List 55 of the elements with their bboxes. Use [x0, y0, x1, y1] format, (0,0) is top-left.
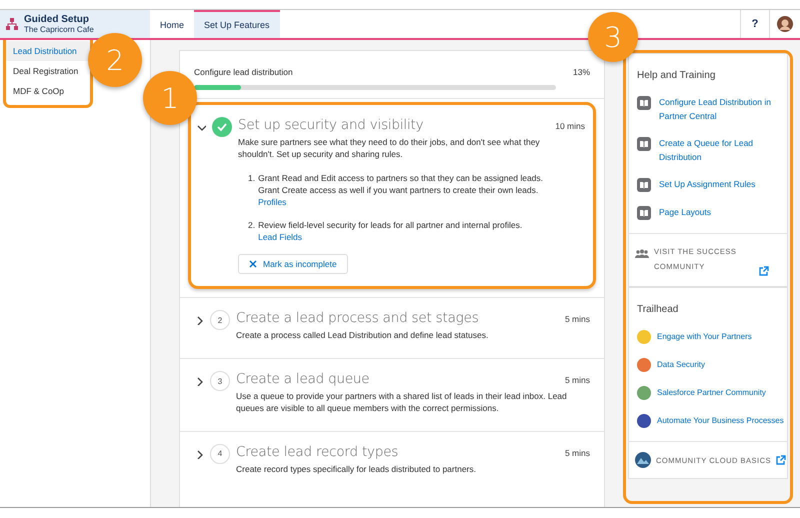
mark-incomplete-button[interactable]: Mark as incomplete — [238, 254, 348, 274]
hierarchy-icon — [6, 18, 18, 30]
link[interactable]: Profiles — [258, 196, 545, 208]
book-icon — [637, 137, 651, 152]
step-description: Make sure partners see what they need to do their jobs, and don't see what they shouldn't. Set up security and sharing rules. — [238, 137, 541, 161]
instruction-text: Grant Read and Edit access to partners so that they can be assigned leads. Grant Create access as well if you want partners to create their own leads. — [258, 172, 544, 197]
trailhead-link[interactable]: Engage with Your Partners — [657, 330, 752, 344]
tab[interactable]: Home — [150, 10, 194, 38]
avatar[interactable] — [777, 16, 793, 32]
help-link[interactable]: Configure Lead Distribution in Partner Central — [659, 96, 779, 124]
progress-percent: 13% — [572, 67, 590, 77]
close-icon — [249, 260, 257, 268]
sidebar-item[interactable]: MDF & CoOp — [6, 81, 90, 101]
instruction-text: Review field-level security for leads for all partner and internal profiles. — [258, 220, 522, 232]
step-description: Use a queue to provide your partners with a shared list of leads in their lead inbox. Lead queues are visible to all queue members with the correct permissions. — [236, 391, 568, 415]
step-duration: 5 mins — [564, 314, 590, 324]
help-link[interactable]: Set Up Assignment Rules — [659, 178, 779, 192]
book-icon — [637, 206, 651, 220]
step-duration: 10 mins — [555, 121, 585, 131]
book-icon — [637, 178, 651, 192]
step-duration: 5 mins — [564, 448, 590, 458]
external-link-icon[interactable] — [776, 455, 786, 466]
external-link-icon[interactable] — [759, 266, 769, 276]
sidebar-item[interactable]: Lead Distribution — [6, 41, 90, 61]
link[interactable]: Lead Fields — [258, 232, 522, 244]
sidebar-item[interactable]: Deal Registration — [6, 61, 90, 81]
help-link[interactable]: Create a Queue for Lead Distribution — [659, 137, 779, 164]
callout-badge: 3 — [588, 12, 638, 62]
book-icon — [637, 96, 651, 110]
trailhead-link[interactable]: Automate Your Business Processes — [657, 414, 784, 428]
step-title: Create lead record types — [236, 444, 398, 460]
help-button[interactable]: ? — [740, 10, 770, 38]
tab[interactable]: Set Up Features — [194, 10, 280, 38]
step-duration: 5 mins — [564, 375, 590, 386]
callout-badge: 2 — [88, 33, 142, 87]
step-title: Create a lead queue — [236, 371, 370, 388]
step-description: Create record types specifically for leads distributed to partners. — [236, 464, 478, 476]
step-number: 2 — [210, 310, 230, 330]
step-number: 3 — [210, 371, 230, 392]
section-title: Help and Training — [636, 69, 716, 83]
list-marker: 2. — [248, 220, 256, 232]
step-number: 4 — [210, 444, 230, 464]
mountain-badge-icon — [635, 452, 651, 468]
list-marker: 1. — [248, 172, 256, 185]
step-title: Create a lead process and set stages — [236, 310, 479, 326]
step-title: Set up security and visibility — [238, 117, 424, 133]
section-title: Trailhead — [636, 303, 680, 318]
progress-title: Configure lead distribution — [194, 67, 293, 77]
app-title: Guided Setup — [24, 14, 90, 25]
step-description: Create a process called Lead Distribution and define lead statuses. — [236, 330, 490, 342]
org-name: The Capricorn Cafe — [24, 25, 94, 34]
help-link[interactable]: Page Layouts — [659, 206, 779, 220]
trailhead-link[interactable]: Data Security — [657, 358, 706, 372]
trailhead-link[interactable]: Salesforce Partner Community — [657, 386, 766, 400]
people-icon — [635, 249, 649, 258]
